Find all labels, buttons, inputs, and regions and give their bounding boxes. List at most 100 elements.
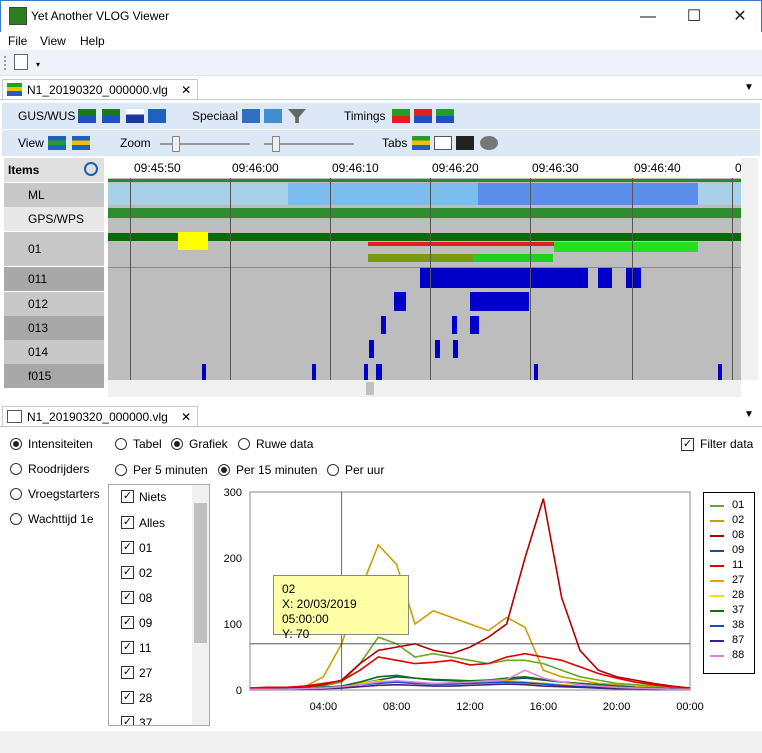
check-01[interactable]: ✓ [121,541,134,554]
check-28[interactable]: ✓ [121,691,134,704]
timing1-icon[interactable] [392,109,410,123]
blocks-icon[interactable] [148,109,166,123]
check-27[interactable]: ✓ [121,666,134,679]
radio-per-5[interactable] [115,464,127,476]
search-icon[interactable] [84,162,98,176]
view2-icon[interactable] [72,136,90,150]
x-tick-label: 20:00 [603,701,631,713]
check-09[interactable]: ✓ [121,616,134,629]
det-015-d [376,364,382,380]
filter-checkbox[interactable]: ✓ [681,438,694,451]
legend-swatch [710,625,724,627]
menu-bar: File View Help [0,32,762,50]
maximize-button[interactable]: ☐ [671,1,717,32]
label-filter-data: Filter data [700,437,754,451]
detector-icon[interactable] [264,109,282,123]
legend-label: 08 [732,529,745,541]
close-button[interactable]: ✕ [717,1,762,32]
lanes-icon[interactable] [126,109,144,123]
menu-help[interactable]: Help [80,34,105,48]
chart-legend: 01 02 08 09 11 27 28 37 38 87 88 [703,492,755,674]
close-icon[interactable]: ✕ [181,83,191,97]
radio-intensiteiten[interactable] [10,438,22,450]
legend-swatch [710,580,724,582]
item-ml[interactable]: ML [4,183,104,207]
x-tick-label: 12:00 [456,701,484,713]
wus-icon[interactable] [102,109,120,123]
tab-document-2[interactable]: N1_20190320_000000.vlg ✕ [2,406,199,426]
radio-roodrijders[interactable] [10,463,22,475]
check-08[interactable]: ✓ [121,591,134,604]
check-02[interactable]: ✓ [121,566,134,579]
det-015-c [364,364,368,380]
radio-wachttijd[interactable] [10,513,22,525]
det-014-b [435,340,440,358]
check-alles[interactable]: ✓ [121,516,134,529]
menu-file[interactable]: File [8,34,27,48]
signal-yellow [178,232,208,250]
legend-label: 09 [732,544,745,556]
legend-swatch [710,535,724,537]
open-file-icon[interactable] [14,54,28,70]
item-012[interactable]: 012 [4,292,104,316]
radio-per-15[interactable] [218,464,230,476]
radio-grafiek[interactable] [171,438,183,450]
zoom-thumb-1[interactable] [172,136,180,152]
radio-vroegstarters[interactable] [10,488,22,500]
check-11[interactable]: ✓ [121,641,134,654]
view1-icon[interactable] [48,136,66,150]
close-icon[interactable]: ✕ [181,410,191,424]
listbox-scrollbar[interactable] [192,485,209,725]
tab-document[interactable]: N1_20190320_000000.vlg ✕ [2,79,199,99]
tabs-vlog-icon[interactable] [412,136,430,150]
list-11: 11 [139,641,152,655]
item-011[interactable]: 011 [4,267,104,291]
tab-menu-icon-2[interactable]: ▼ [744,409,754,420]
radio-per-uur[interactable] [327,464,339,476]
label-roodrijders: Roodrijders [28,462,90,476]
check-37[interactable]: ✓ [121,716,134,725]
timeline-hscroll[interactable] [108,380,741,397]
x-tick-label: 08:00 [383,701,411,713]
truck-icon[interactable] [456,136,474,150]
chart-icon[interactable] [434,136,452,150]
item-01[interactable]: 01 [4,232,104,266]
timeline-vscroll[interactable] [741,158,758,380]
zoom-thumb-2[interactable] [272,136,280,152]
series-listbox[interactable]: ✓ Niets ✓ Alles ✓ 01 ✓ 02 ✓ 08 ✓ 09 ✓ 11… [108,484,210,726]
hscroll-thumb[interactable] [366,382,374,395]
timing3-icon[interactable] [436,109,454,123]
filter-icon[interactable] [288,109,306,123]
ruler-tick: 09:46:20 [432,161,479,175]
tooltip-series: 02 [282,582,296,596]
timeline-view[interactable]: 09:45:50 09:46:00 09:46:10 09:46:20 09:4… [108,158,741,380]
legend-swatch [710,595,724,597]
check-niets[interactable]: ✓ [121,490,134,503]
timings-label: Timings [344,109,386,123]
label-ruwe-data: Ruwe data [256,437,314,451]
det-013-b [452,316,457,334]
tab-label: N1_20190320_000000.vlg [27,83,168,97]
items-panel: Items ML GPS/WPS 01 011 012 013 014 f015 [4,158,104,388]
listbox-thumb[interactable] [194,503,207,643]
item-gps-wps[interactable]: GPS/WPS [4,207,104,231]
item-f015[interactable]: f015 [4,364,104,388]
special-icon[interactable] [242,109,260,123]
tab-menu-icon[interactable]: ▼ [744,82,754,93]
gus-icon[interactable] [78,109,96,123]
radio-ruwe-data[interactable] [238,438,250,450]
gear-icon[interactable] [480,136,498,150]
gus-wus-label: GUS/WUS [18,109,76,123]
item-014[interactable]: 014 [4,340,104,364]
item-013[interactable]: 013 [4,316,104,340]
gridline [530,178,531,380]
minimize-button[interactable]: — [625,1,671,32]
det-014-c [453,340,458,358]
label-tabel: Tabel [133,437,162,451]
timing2-icon[interactable] [414,109,432,123]
legend-label: 87 [732,634,745,646]
overflow-icon[interactable]: ▾ [36,60,40,69]
ruler-tick: 09:46:00 [232,161,279,175]
menu-view[interactable]: View [40,34,66,48]
radio-tabel[interactable] [115,438,127,450]
